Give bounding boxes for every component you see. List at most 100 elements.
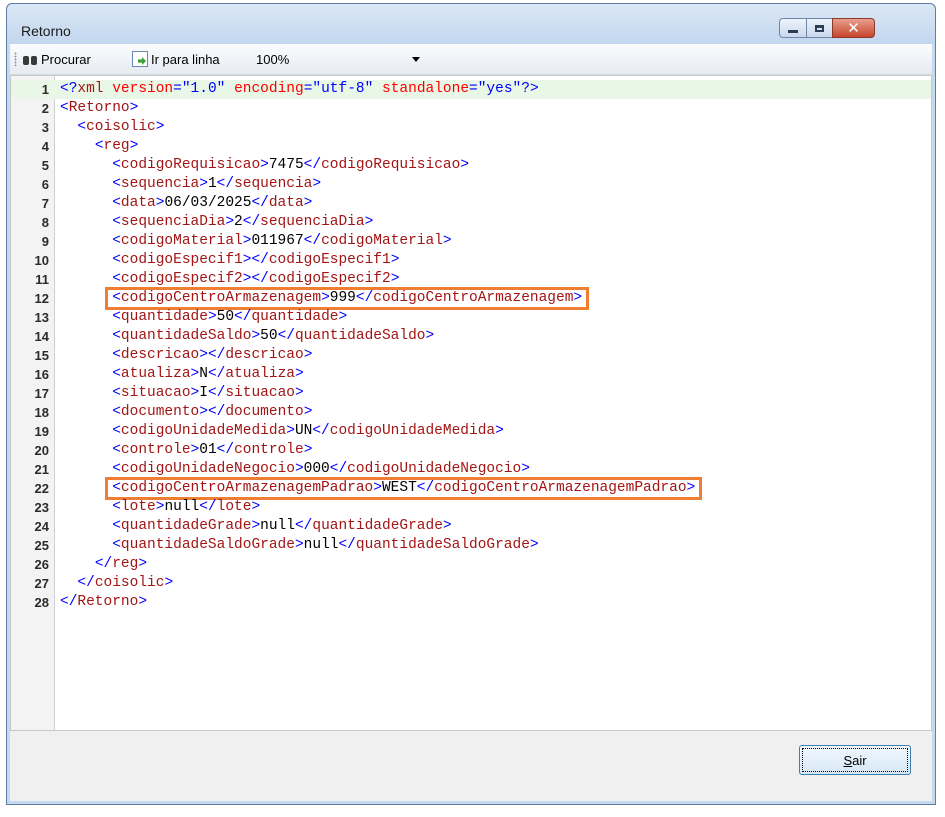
code-token: lote <box>216 499 252 515</box>
code-token: codigoEspecif1 <box>268 252 391 268</box>
code-line[interactable]: 4 <reg> <box>11 137 931 156</box>
code-token: > <box>190 366 200 382</box>
code-line[interactable]: 14 <quantidadeSaldo>50</quantidadeSaldo> <box>11 327 931 346</box>
code-line[interactable]: 1 <?xml version="1.0" encoding="utf-8" st… <box>11 80 931 99</box>
code-text: <coisolic> <box>60 118 164 137</box>
window-title: Retorno <box>21 23 71 39</box>
code-token: < <box>60 100 69 116</box>
search-button[interactable]: Procurar <box>22 44 91 74</box>
zoom-select[interactable]: 100% <box>256 49 426 69</box>
code-line[interactable]: 5 <codigoRequisicao>7475</codigoRequisic… <box>11 156 931 175</box>
code-token: < <box>112 309 121 325</box>
line-number: 18 <box>34 405 49 420</box>
zoom-value: 100% <box>256 51 290 67</box>
code-line[interactable]: 7 <data>06/03/2025</data> <box>11 194 931 213</box>
code-token: quantidadeSaldoGrade <box>355 537 530 553</box>
title-bar[interactable]: Retorno ✕ <box>7 4 935 44</box>
code-line[interactable]: 24 <quantidadeGrade>null</quantidadeGrad… <box>11 517 931 536</box>
code-line[interactable]: 17 <situacao>I</situacao> <box>11 384 931 403</box>
code-line[interactable]: 20 <controle>01</controle> <box>11 441 931 460</box>
code-line[interactable]: 25 <quantidadeSaldoGrade>null</quantidad… <box>11 536 931 555</box>
code-token: quantidade <box>120 309 208 325</box>
code-token: </ <box>199 499 217 515</box>
code-token: < <box>77 119 87 135</box>
code-line[interactable]: 26 </reg> <box>11 555 931 574</box>
goto-line-button[interactable]: Ir para linha <box>132 44 220 74</box>
code-token: < <box>112 271 121 287</box>
code-line[interactable]: 16 <atualiza>N</atualiza> <box>11 365 931 384</box>
code-token: 011967 <box>251 233 304 249</box>
close-button[interactable]: ✕ <box>832 18 875 38</box>
code-token: UN <box>294 423 313 439</box>
code-line[interactable]: 3 <coisolic> <box>11 118 931 137</box>
goto-line-icon <box>132 51 148 67</box>
code-line[interactable]: 28 </Retorno> <box>11 593 931 612</box>
code-token: </ <box>216 442 235 458</box>
toolbar-grip[interactable] <box>14 52 17 66</box>
code-token: </ <box>303 157 322 173</box>
code-token: </ <box>94 556 113 572</box>
minimize-icon <box>788 29 798 33</box>
line-number: 23 <box>34 500 49 515</box>
code-token: > <box>390 252 400 268</box>
code-token: > <box>460 157 470 173</box>
line-number: 27 <box>34 576 49 591</box>
code-token: quantidade <box>251 309 339 325</box>
code-token: = <box>173 81 182 97</box>
code-token: > <box>442 518 452 534</box>
code-token: codigoUnidadeMedida <box>120 423 287 439</box>
code-token: Retorno <box>77 594 139 610</box>
code-token: documento <box>120 404 200 420</box>
line-number: 9 <box>41 234 49 249</box>
search-button-label: Procurar <box>41 51 91 67</box>
code-token: sequencia <box>234 176 313 192</box>
code-token: < <box>112 195 121 211</box>
code-line[interactable]: 10 <codigoEspecif1></codigoEspecif1> <box>11 251 931 270</box>
code-line[interactable]: 27 </coisolic> <box>11 574 931 593</box>
code-line[interactable]: 18 <documento></documento> <box>11 403 931 422</box>
code-token: 000 <box>303 461 330 477</box>
line-number: 22 <box>34 481 49 496</box>
code-token: ></ <box>199 404 226 420</box>
line-number: 16 <box>34 367 49 382</box>
code-text: <?xml version="1.0" encoding="utf-8" sta… <box>60 80 539 99</box>
code-token: ></ <box>242 271 269 287</box>
code-token: situacao <box>225 385 295 401</box>
code-text: </Retorno> <box>60 593 147 612</box>
code-token: > <box>251 518 261 534</box>
code-token: > <box>303 195 313 211</box>
code-line[interactable]: 9 <codigoMaterial>011967</codigoMaterial… <box>11 232 931 251</box>
line-number: 24 <box>34 519 49 534</box>
code-line[interactable]: 2 <Retorno> <box>11 99 931 118</box>
exit-button[interactable]: Sair <box>799 745 911 775</box>
code-line[interactable]: 13 <quantidade>50</quantidade> <box>11 308 931 327</box>
code-token: </ <box>242 214 261 230</box>
code-line[interactable]: 19 <codigoUnidadeMedida>UN</codigoUnidad… <box>11 422 931 441</box>
code-line[interactable]: 6 <sequencia>1</sequencia> <box>11 175 931 194</box>
xml-editor[interactable]: 1 <?xml version="1.0" encoding="utf-8" st… <box>10 75 932 731</box>
code-token: > <box>199 176 208 192</box>
code-token: coisolic <box>94 575 165 591</box>
code-line[interactable]: 23 <lote>null</lote> <box>11 498 931 517</box>
code-token: codigoEspecif2 <box>120 271 243 287</box>
code-token: > <box>251 499 261 515</box>
minimize-button[interactable] <box>779 18 807 38</box>
code-token: < <box>112 157 121 173</box>
code-token: controle <box>120 442 191 458</box>
code-token: < <box>112 347 121 363</box>
code-token: quantidadeSaldo <box>294 328 426 344</box>
maximize-button[interactable] <box>806 18 833 38</box>
code-line[interactable]: 15 <descricao></descricao> <box>11 346 931 365</box>
code-token: 50 <box>216 309 235 325</box>
code-line[interactable]: 8 <sequenciaDia>2</sequenciaDia> <box>11 213 931 232</box>
code-token: reg <box>103 138 130 154</box>
code-text: </reg> <box>60 555 147 574</box>
code-token: "1.0" <box>181 81 235 97</box>
